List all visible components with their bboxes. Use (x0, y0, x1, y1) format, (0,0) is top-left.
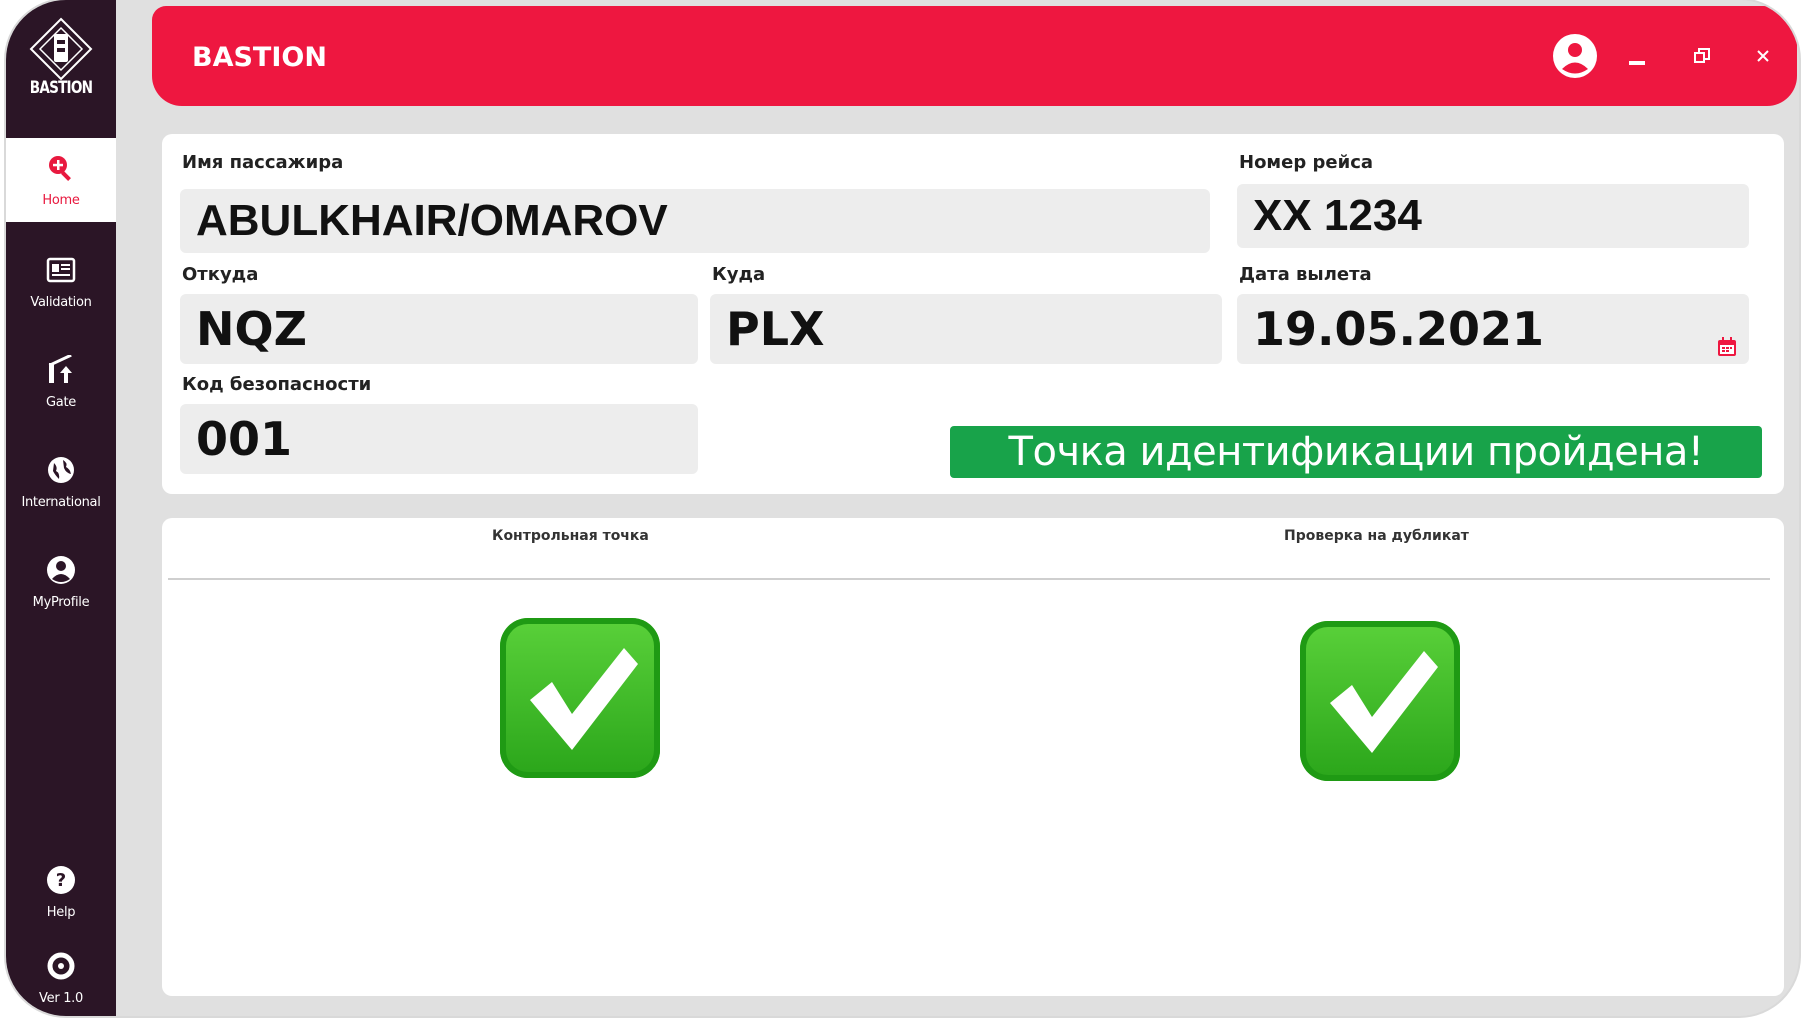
passenger-info-card: Имя пассажира ABULKHAIR/OMAROV Номер рей… (162, 134, 1784, 494)
sidebar-item-validation[interactable]: Validation (6, 240, 116, 324)
security-code-field[interactable]: 001 (180, 404, 698, 474)
destination-field[interactable]: PLX (710, 294, 1222, 364)
gate-icon (46, 353, 76, 389)
user-icon[interactable] (1551, 32, 1599, 84)
close-icon[interactable] (1755, 48, 1771, 68)
check-mark-icon (500, 618, 660, 778)
app-header: BASTION (152, 6, 1797, 106)
checks-card: Контрольная точка Проверка на дубликат (162, 518, 1784, 996)
app-title: BASTION (192, 42, 327, 73)
restore-icon[interactable] (1694, 48, 1710, 68)
sidebar-item-label: MyProfile (32, 594, 90, 610)
app-window: BASTION Home Validation Gate Internation (6, 0, 1799, 1016)
origin-field[interactable]: NQZ (180, 294, 698, 364)
globe-icon (46, 455, 76, 489)
duplicate-check-column-header: Проверка на дубликат (1284, 528, 1469, 544)
table-divider (168, 578, 1770, 580)
sidebar-item-help[interactable]: ? Help (6, 850, 116, 934)
sidebar-item-international[interactable]: International (6, 440, 116, 524)
sidebar-item-gate[interactable]: Gate (6, 340, 116, 424)
security-code-label: Код безопасности (182, 374, 372, 395)
logo: BASTION (6, 10, 116, 110)
departure-date-label: Дата вылета (1239, 264, 1372, 285)
sidebar-item-label: Gate (46, 394, 76, 410)
status-banner: Точка идентификации пройдена! (950, 426, 1762, 478)
departure-date-field[interactable]: 19.05.2021 (1237, 294, 1749, 364)
logo-text: BASTION (29, 78, 93, 98)
departure-date-value: 19.05.2021 (1253, 302, 1545, 356)
check-mark-icon (1300, 621, 1460, 781)
user-circle-icon (46, 555, 76, 589)
passenger-name-field[interactable]: ABULKHAIR/OMAROV (180, 189, 1210, 253)
passenger-name-label: Имя пассажира (182, 152, 344, 173)
sidebar: BASTION Home Validation Gate Internation (6, 0, 116, 1016)
flight-number-field[interactable]: XX 1234 (1237, 184, 1749, 248)
svg-text:?: ? (56, 870, 66, 891)
sidebar-item-label: Help (46, 904, 76, 920)
sidebar-item-myprofile[interactable]: MyProfile (6, 540, 116, 624)
version-label: Ver 1.0 (39, 990, 83, 1006)
sidebar-item-version: Ver 1.0 (6, 936, 116, 1016)
sidebar-item-home[interactable]: Home (6, 138, 116, 222)
sidebar-item-label: Validation (30, 294, 92, 310)
origin-label: Откуда (182, 264, 259, 285)
minimize-icon[interactable] (1627, 52, 1647, 71)
calendar-icon[interactable] (1715, 316, 1739, 370)
id-card-icon (46, 255, 76, 289)
help-icon: ? (46, 865, 76, 899)
sidebar-item-label: International (21, 494, 101, 510)
version-icon (46, 951, 76, 985)
bastion-logo-icon (28, 16, 94, 82)
checkpoint-column-header: Контрольная точка (492, 528, 649, 544)
flight-number-label: Номер рейса (1239, 152, 1374, 173)
sidebar-item-label: Home (42, 192, 80, 208)
search-plus-icon (46, 153, 76, 187)
destination-label: Куда (712, 264, 766, 285)
